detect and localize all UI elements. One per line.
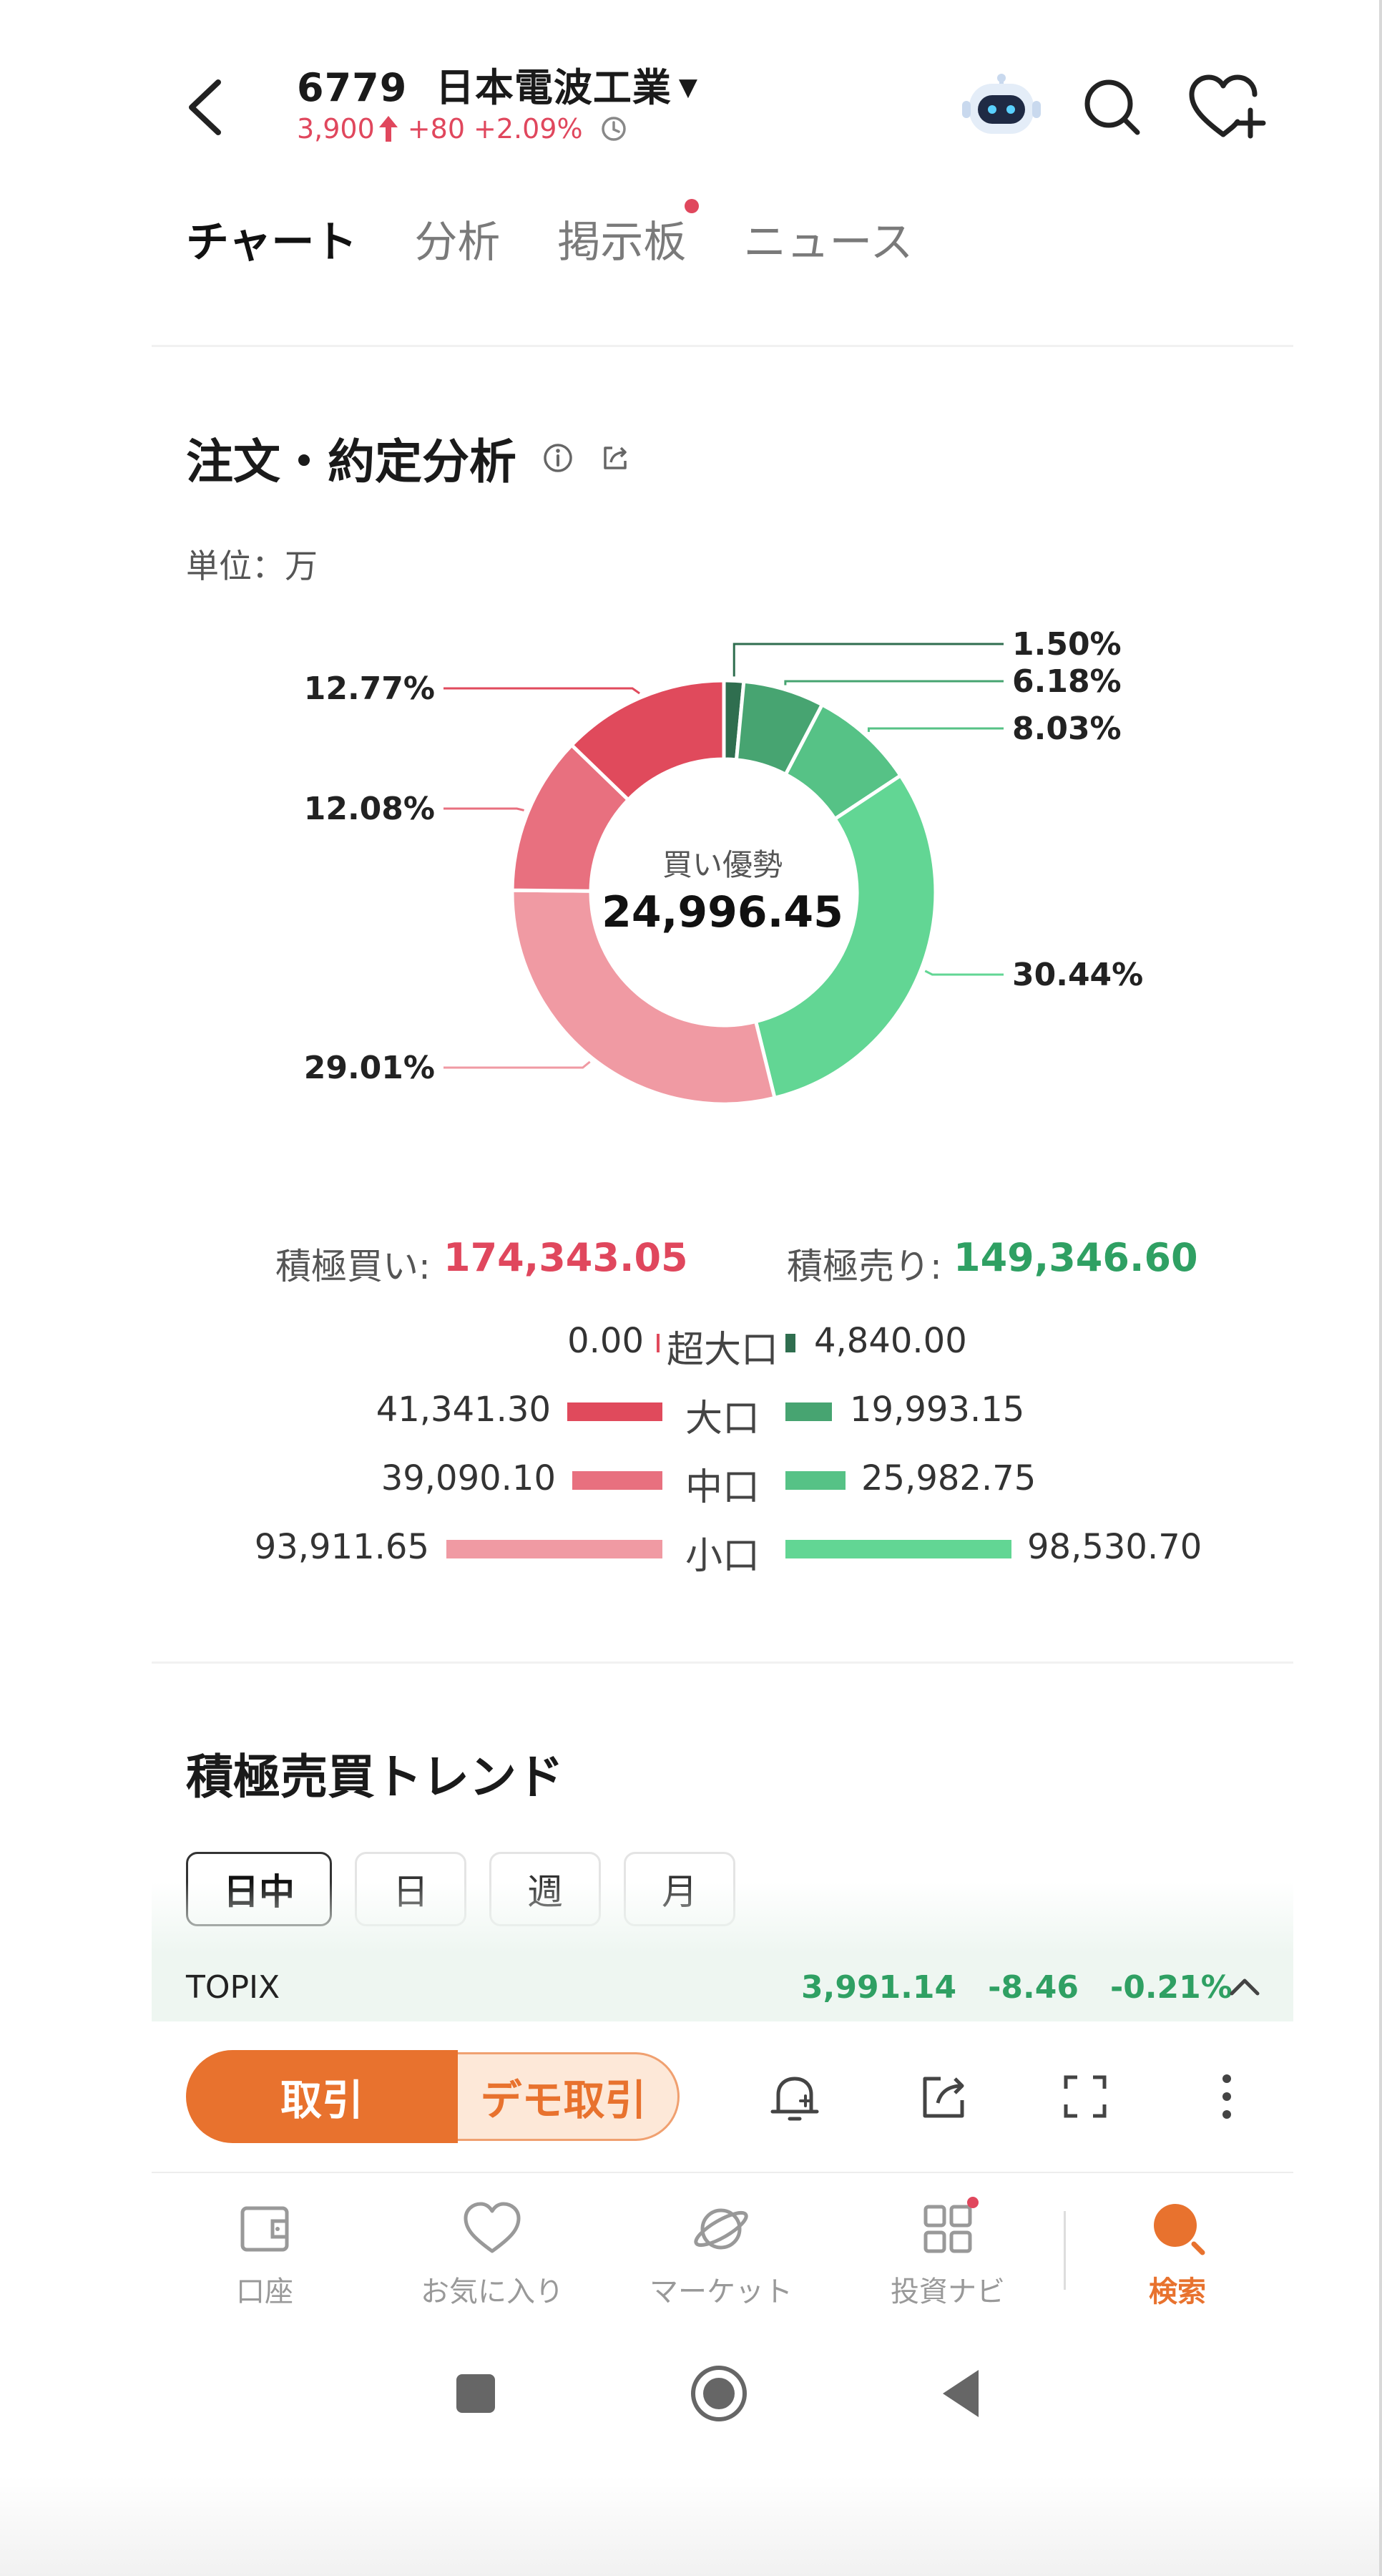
- grid-icon: [923, 2197, 979, 2253]
- nav-separator: [1064, 2211, 1066, 2290]
- buy-bar: [657, 1334, 660, 1352]
- nav-item-market[interactable]: マーケット: [628, 2197, 814, 2310]
- nav-item-account[interactable]: 口座: [172, 2197, 358, 2310]
- index-values: 3,991.14 -8.46 -0.21%: [801, 1969, 1264, 2006]
- index-name: TOPIX: [186, 1969, 280, 2006]
- slice-percent-label: 30.44%: [1012, 957, 1143, 993]
- slice-percent-label: 29.01%: [304, 1050, 435, 1086]
- sell-bar: [785, 1334, 795, 1352]
- more-options-icon[interactable]: [1195, 2064, 1259, 2129]
- row-category: 超大口: [666, 1329, 778, 1372]
- row-sell-value: 98,530.70: [1027, 1527, 1202, 1567]
- index-value: 3,991.14: [801, 1969, 957, 2006]
- slice-percent-label: 12.77%: [304, 670, 435, 707]
- buy-bar: [567, 1402, 662, 1421]
- slice-percent-label: 1.50%: [1012, 626, 1122, 663]
- nav-item-search[interactable]: 検索: [1084, 2197, 1270, 2310]
- row-sell-value: 25,982.75: [861, 1458, 1036, 1498]
- screen-edge: [1379, 0, 1382, 2576]
- buy-bar: [446, 1540, 662, 1558]
- slice-percent-label: 6.18%: [1012, 663, 1122, 700]
- fade-overlay: [152, 1882, 1293, 1953]
- active-buy-value: 174,343.05: [443, 1235, 688, 1280]
- row-buy-value: 0.00: [567, 1321, 644, 1361]
- chevron-up-icon[interactable]: [1223, 1968, 1266, 2004]
- row-buy-value: 39,090.10: [381, 1458, 556, 1498]
- label-leader-line: [732, 643, 1004, 677]
- home-icon[interactable]: [687, 2361, 751, 2426]
- price-alert-icon[interactable]: [763, 2064, 827, 2129]
- index-change: -8.46: [988, 1969, 1079, 2006]
- slice-percent-label: 12.08%: [304, 791, 435, 827]
- active-sell-label: 積極売り:: [787, 1246, 942, 1287]
- row-category: 中口: [685, 1466, 760, 1509]
- label-leader-line: [443, 807, 524, 811]
- donut-center-value: 24,996.45: [602, 887, 843, 937]
- index-change-pct: -0.21%: [1109, 1969, 1232, 2006]
- active-buy-label: 積極買い:: [275, 1246, 431, 1287]
- heart-icon: [464, 2202, 521, 2253]
- back-icon[interactable]: [928, 2361, 993, 2426]
- label-leader-line: [784, 680, 1004, 686]
- sell-bar: [785, 1402, 832, 1421]
- share-icon[interactable]: [912, 2064, 976, 2129]
- divider: [152, 1662, 1293, 1664]
- fullscreen-icon[interactable]: [1053, 2064, 1117, 2129]
- nav-item-invest-navi[interactable]: 投資ナビ: [855, 2197, 1041, 2310]
- buy-bar: [572, 1471, 662, 1490]
- sell-bar: [785, 1540, 1011, 1558]
- row-buy-value: 41,341.30: [376, 1390, 551, 1430]
- donut-center-label: 買い優勢: [662, 847, 783, 882]
- wallet-icon: [240, 2206, 289, 2252]
- label-leader-line: [443, 1060, 591, 1069]
- order-donut-chart: 1.50%6.18% 8.03% 30.44% 29.01% 12.08% 12.77%: [304, 626, 1143, 1106]
- bottom-shade: [0, 2476, 1382, 2576]
- nav-item-favorites[interactable]: お気に入り: [399, 2197, 585, 2310]
- row-sell-value: 4,840.00: [814, 1321, 967, 1361]
- trade-button-slant: [415, 2050, 458, 2143]
- recent-apps-icon[interactable]: [443, 2361, 508, 2426]
- label-leader-line: [867, 727, 1004, 732]
- sell-bar: [785, 1471, 846, 1490]
- label-leader-line: [443, 687, 640, 695]
- label-leader-line: [924, 970, 1004, 976]
- nav-divider: [152, 2172, 1293, 2173]
- section-title-trend: 積極売買トレンド: [186, 1750, 564, 1805]
- row-category: 大口: [685, 1397, 760, 1440]
- search-icon: [1154, 2204, 1205, 2255]
- slice-percent-label: 8.03%: [1012, 711, 1122, 747]
- row-buy-value: 93,911.65: [254, 1527, 429, 1567]
- active-sell-value: 149,346.60: [954, 1235, 1198, 1280]
- planet-icon: [694, 2208, 748, 2250]
- row-sell-value: 19,993.15: [850, 1390, 1025, 1430]
- row-category: 小口: [685, 1535, 760, 1578]
